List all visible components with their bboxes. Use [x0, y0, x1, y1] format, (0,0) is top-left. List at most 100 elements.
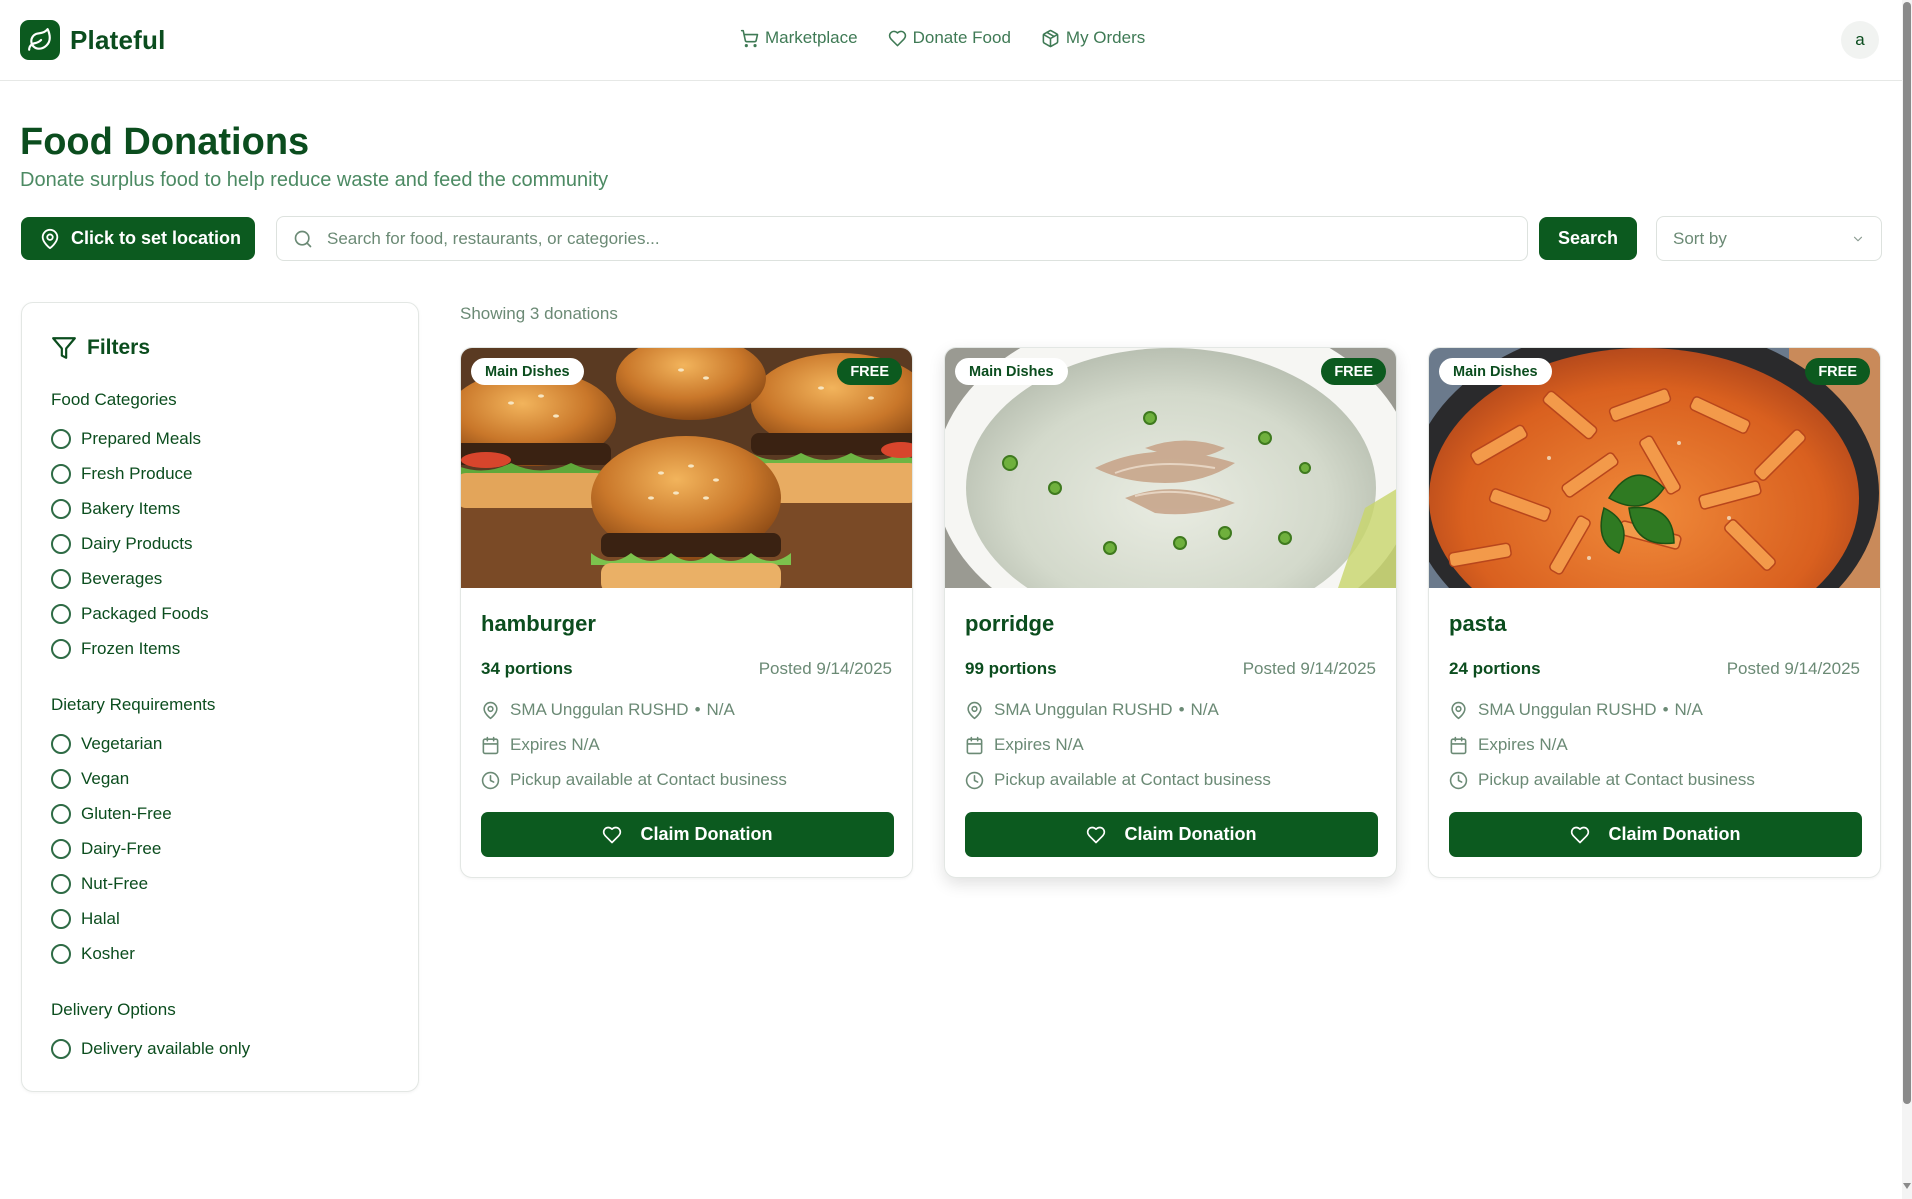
checkbox[interactable]: [51, 769, 71, 789]
checkbox[interactable]: [51, 639, 71, 659]
checkbox[interactable]: [51, 534, 71, 554]
set-location-button[interactable]: Click to set location: [21, 217, 255, 260]
card-title: pasta: [1449, 611, 1507, 636]
checkbox[interactable]: [51, 604, 71, 624]
pickup-row: Pickup available at Contact business: [481, 770, 787, 790]
checkbox[interactable]: [51, 944, 71, 964]
page-subtitle: Donate surplus food to help reduce waste…: [20, 169, 609, 191]
nav-marketplace-label: Marketplace: [765, 28, 858, 47]
search-button[interactable]: Search: [1539, 217, 1637, 260]
claim-donation-button[interactable]: Claim Donation: [481, 812, 894, 857]
claim-donation-label: Claim Donation: [1608, 824, 1741, 844]
filter-option[interactable]: Dairy Products: [51, 534, 192, 554]
filter-option[interactable]: Dairy-Free: [51, 839, 161, 859]
filter-option[interactable]: Nut-Free: [51, 874, 148, 894]
filter-option[interactable]: Halal: [51, 909, 120, 929]
portions: 99 portions: [965, 659, 1057, 678]
filter-option-label: Bakery Items: [81, 499, 181, 518]
map-pin-icon: [1451, 701, 1466, 719]
checkbox[interactable]: [51, 734, 71, 754]
search-input[interactable]: [327, 217, 1517, 260]
donation-card[interactable]: Main Dishes FREE hamburger 34 portions P…: [460, 347, 913, 878]
location-text: SMA Unggulan RUSHD • N/A: [994, 700, 1219, 719]
expires-text: Expires N/A: [510, 735, 600, 754]
pickup-text: Pickup available at Contact business: [994, 770, 1271, 789]
filter-group-title: Food Categories: [51, 390, 177, 409]
map-pin-icon: [41, 228, 59, 249]
filter-option-label: Vegan: [81, 769, 130, 788]
checkbox[interactable]: [51, 839, 71, 859]
calendar-icon: [966, 736, 983, 754]
checkbox[interactable]: [51, 569, 71, 589]
expires-row: Expires N/A: [481, 735, 600, 755]
map-pin-icon: [483, 701, 498, 719]
claim-donation-button[interactable]: Claim Donation: [1449, 812, 1862, 857]
filter-option-label: Nut-Free: [81, 874, 149, 893]
claim-donation-label: Claim Donation: [1124, 824, 1257, 844]
page-scrollbar[interactable]: [1902, 0, 1912, 1199]
checkbox[interactable]: [51, 499, 71, 519]
location-row: SMA Unggulan RUSHD • N/A: [965, 700, 1219, 720]
sort-select-label: Sort by: [1673, 228, 1727, 248]
filter-option[interactable]: Beverages: [51, 569, 162, 589]
search-icon: [294, 230, 312, 248]
expires-text: Expires N/A: [994, 735, 1084, 754]
scrollbar-thumb[interactable]: [1903, 2, 1911, 1104]
filter-option[interactable]: Vegetarian: [51, 734, 162, 754]
filter-icon: [52, 337, 76, 359]
free-badge: FREE: [1805, 358, 1870, 385]
filter-option[interactable]: Packaged Foods: [51, 604, 209, 624]
calendar-icon: [1450, 736, 1467, 754]
claim-donation-label: Claim Donation: [640, 824, 773, 844]
search-box: [276, 216, 1528, 261]
heart-icon: [1571, 826, 1590, 843]
filter-option[interactable]: Delivery available only: [51, 1039, 250, 1059]
heart-icon: [603, 826, 622, 843]
checkbox[interactable]: [51, 909, 71, 929]
nav-my-orders[interactable]: My Orders: [1041, 28, 1145, 48]
filter-option-label: Delivery available only: [81, 1039, 251, 1058]
filter-option-label: Packaged Foods: [81, 604, 209, 623]
filter-option[interactable]: Bakery Items: [51, 499, 180, 519]
location-row: SMA Unggulan RUSHD • N/A: [1449, 700, 1703, 720]
scroll-down-arrow-icon[interactable]: [1903, 1183, 1911, 1189]
checkbox[interactable]: [51, 1039, 71, 1059]
filter-option-label: Vegetarian: [81, 734, 163, 753]
filter-option[interactable]: Fresh Produce: [51, 464, 193, 484]
filter-option-label: Halal: [81, 909, 120, 928]
portions: 34 portions: [481, 659, 573, 678]
filter-option-label: Fresh Produce: [81, 464, 193, 483]
filter-option[interactable]: Prepared Meals: [51, 429, 201, 449]
sort-select[interactable]: Sort by: [1656, 216, 1882, 261]
filter-option[interactable]: Kosher: [51, 944, 135, 964]
category-badge: Main Dishes: [955, 358, 1068, 385]
posted-date: Posted 9/14/2025: [1242, 659, 1376, 678]
user-avatar[interactable]: a: [1841, 21, 1879, 59]
filter-group-title: Delivery Options: [51, 1000, 176, 1019]
filter-option[interactable]: Gluten-Free: [51, 804, 172, 824]
leaf-icon: [20, 20, 60, 60]
checkbox[interactable]: [51, 429, 71, 449]
checkbox[interactable]: [51, 464, 71, 484]
filter-option-label: Dairy Products: [81, 534, 193, 553]
clock-icon: [1449, 771, 1468, 789]
nav-donate-food-label: Donate Food: [912, 28, 1011, 47]
filter-option-label: Prepared Meals: [81, 429, 202, 448]
filter-option[interactable]: Vegan: [51, 769, 129, 789]
nav-marketplace[interactable]: Marketplace: [740, 28, 858, 48]
donation-card[interactable]: Main Dishes FREE porridge 99 portions Po…: [944, 347, 1397, 878]
expires-row: Expires N/A: [965, 735, 1084, 755]
pickup-row: Pickup available at Contact business: [1449, 770, 1755, 790]
portions: 24 portions: [1449, 659, 1541, 678]
package-icon: [1042, 29, 1059, 47]
filters-title: Filters: [87, 336, 151, 359]
app-logo[interactable]: Plateful: [20, 20, 166, 60]
checkbox[interactable]: [51, 804, 71, 824]
checkbox[interactable]: [51, 874, 71, 894]
filter-option[interactable]: Frozen Items: [51, 639, 180, 659]
nav-donate-food[interactable]: Donate Food: [888, 28, 1011, 48]
heart-icon: [1087, 826, 1106, 843]
claim-donation-button[interactable]: Claim Donation: [965, 812, 1378, 857]
clock-icon: [481, 771, 500, 789]
donation-card[interactable]: Main Dishes FREE pasta 24 portions Poste…: [1428, 347, 1881, 878]
